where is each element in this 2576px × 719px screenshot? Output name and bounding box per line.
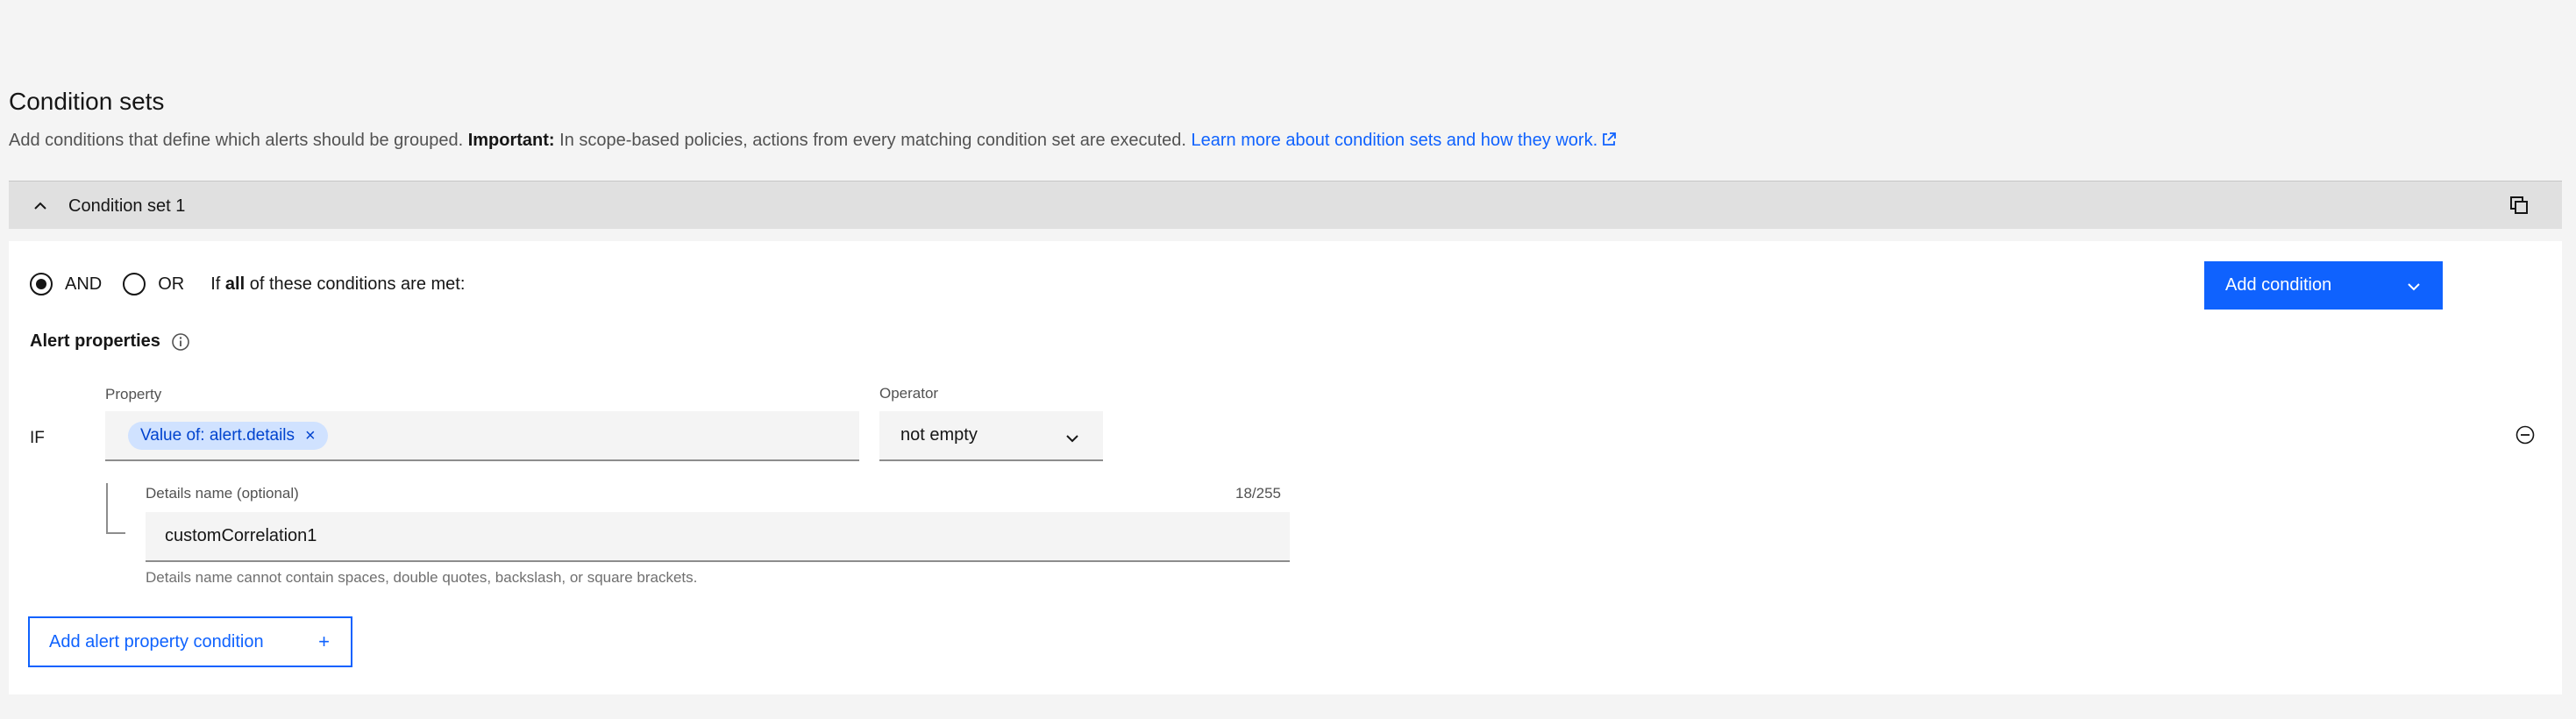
radio-or-label: OR [158, 274, 185, 294]
condition-logic-text: If all of these conditions are met: [210, 274, 465, 295]
logic-text-bold: all [224, 274, 246, 294]
chevron-down-icon [2408, 283, 2420, 291]
subtract-circle-icon[interactable] [2515, 424, 2536, 445]
learn-more-link[interactable]: Learn more about condition sets and how … [1192, 131, 1618, 150]
section-description: Add conditions that define which alerts … [9, 129, 1617, 152]
chevron-down-icon [1066, 435, 1078, 443]
copy-icon[interactable] [2509, 196, 2529, 215]
alert-properties-label: Alert properties [30, 331, 160, 351]
nested-connector [106, 483, 125, 534]
radio-or-indicator[interactable] [123, 273, 146, 295]
add-condition-label: Add condition [2225, 275, 2332, 295]
operator-value: not empty [900, 425, 978, 445]
operator-dropdown[interactable]: not empty [879, 411, 1103, 461]
details-helper-text: Details name cannot contain spaces, doub… [146, 569, 698, 586]
information-icon[interactable] [171, 332, 190, 352]
condition-set-title: Condition set 1 [68, 196, 186, 216]
radio-and-label: AND [65, 274, 103, 294]
radio-or[interactable]: OR [123, 273, 184, 295]
add-icon: + [318, 630, 330, 652]
logic-text-prefix: If [210, 274, 225, 294]
details-name-label: Details name (optional) [146, 485, 299, 502]
add-property-label: Add alert property condition [49, 631, 264, 651]
if-label: IF [30, 429, 45, 447]
details-char-count: 18/255 [1235, 485, 1281, 502]
property-label: Property [105, 386, 162, 402]
radio-and[interactable]: AND [30, 273, 102, 295]
condition-set-panel: AND OR If all of these conditions are me… [9, 241, 2562, 694]
alert-properties-heading: Alert properties [30, 331, 190, 352]
details-name-input[interactable]: customCorrelation1 [146, 512, 1290, 562]
property-tag: Value of: alert.details × [128, 422, 328, 450]
operator-label: Operator [879, 385, 939, 402]
description-middle: In scope-based policies, actions from ev… [554, 131, 1192, 150]
radio-selected-dot [36, 279, 46, 289]
external-link-icon [1603, 132, 1617, 146]
condition-set-accordion-header[interactable]: Condition set 1 [9, 181, 2562, 229]
page: Condition sets Add conditions that defin… [0, 0, 2576, 719]
description-important: Important: [467, 131, 555, 150]
chevron-up-icon[interactable] [32, 197, 49, 215]
add-condition-button[interactable]: Add condition [2204, 261, 2443, 310]
section-title: Condition sets [9, 88, 165, 115]
add-alert-property-condition-button[interactable]: Add alert property condition + [28, 616, 352, 667]
logic-text-suffix: of these conditions are met: [245, 274, 466, 294]
property-input[interactable]: Value of: alert.details × [105, 411, 859, 461]
property-tag-label: Value of: alert.details [140, 426, 295, 445]
description-prefix: Add conditions that define which alerts … [9, 131, 468, 150]
logic-radio-group: AND OR If all of these conditions are me… [30, 273, 465, 295]
learn-more-link-text: Learn more about condition sets and how … [1191, 131, 1598, 150]
details-name-value: customCorrelation1 [165, 526, 317, 545]
radio-and-indicator[interactable] [30, 273, 53, 295]
close-icon[interactable]: × [305, 426, 316, 446]
